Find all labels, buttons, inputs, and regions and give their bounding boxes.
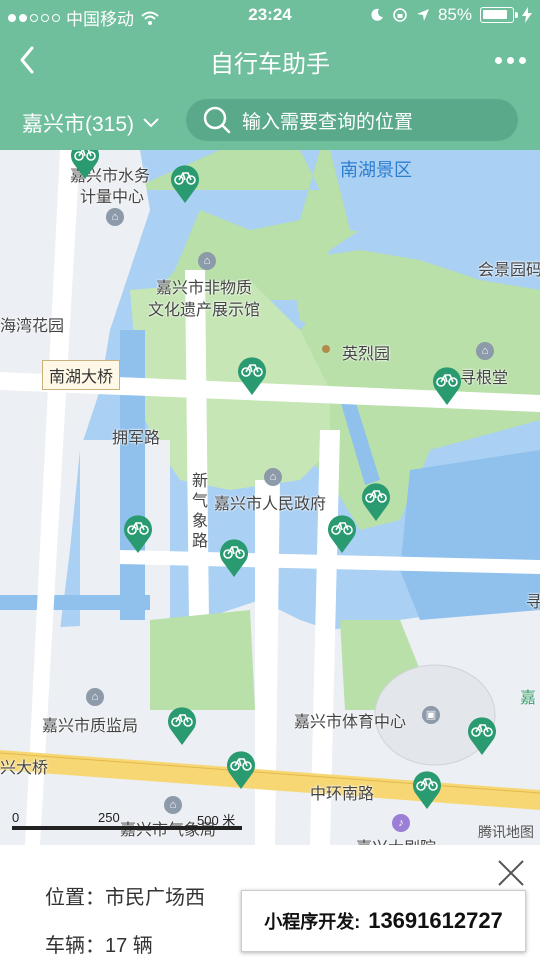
bike-marker-icon	[328, 515, 356, 553]
bike-station-marker[interactable]	[121, 512, 155, 554]
station-location: 位置：市民广场西	[45, 887, 205, 909]
close-button[interactable]	[496, 858, 526, 888]
dot-poi-icon	[322, 345, 330, 353]
map-label-zhonghuan: 中环南路	[310, 786, 375, 803]
app-root: 中国移动 23:24 85% 自行车助手 嘉兴市(315) 输入需要查询的位置 …	[0, 0, 540, 960]
building-icon: ⌂	[198, 252, 216, 270]
bike-marker-icon	[433, 367, 461, 405]
more-dot-icon	[494, 56, 502, 64]
map-view[interactable]: 嘉兴市水务 计量中心 南湖景区 嘉兴市非物质 文化遗产展示馆 会景园码 海湾花园…	[0, 150, 540, 845]
chevron-down-icon	[143, 118, 159, 128]
map-label-right-edge: 寻	[526, 594, 540, 611]
map-label-zhijian: 嘉兴市质监局	[42, 718, 139, 735]
map-label-gov: 嘉兴市人民政府	[214, 496, 327, 513]
map-label-yongjun: 拥军路	[112, 430, 161, 447]
battery-icon	[480, 7, 518, 23]
building-icon: ⌂	[476, 342, 494, 360]
moon-icon	[371, 8, 383, 21]
map-label-bridge: 南湖大桥	[42, 360, 121, 390]
location-arrow-icon	[416, 9, 429, 21]
map-label-xungen: 寻根堂	[460, 370, 509, 387]
map-label-heritage-2: 文化遗产展示馆	[148, 302, 261, 319]
map-label-lieshi: 英烈园	[342, 346, 391, 363]
city-label: 嘉兴市(315)	[22, 113, 135, 136]
map-label-heritage-1: 嘉兴市非物质	[156, 280, 253, 297]
music-icon: ♪	[392, 814, 410, 832]
bike-marker-icon	[124, 515, 152, 553]
bike-station-marker[interactable]	[217, 536, 251, 578]
map-label-haiwan: 海湾花园	[0, 318, 65, 335]
bike-marker-icon	[220, 539, 248, 577]
bike-marker-icon	[238, 357, 266, 395]
promo-label: 小程序开发:	[264, 912, 361, 932]
top-header: 中国移动 23:24 85% 自行车助手 嘉兴市(315) 输入需要查询的位置	[0, 0, 540, 150]
map-label-theater: 嘉兴大剧院	[356, 834, 436, 845]
bike-station-marker[interactable]	[235, 354, 269, 396]
bike-marker-icon	[171, 165, 199, 203]
bike-station-marker[interactable]	[168, 162, 202, 204]
map-scale: 0 250 500 米	[12, 810, 252, 830]
bike-station-marker[interactable]	[165, 704, 199, 746]
bike-marker-icon	[468, 717, 496, 755]
nav-bar: 自行车助手	[0, 30, 540, 90]
map-label-nanhu-scenic: 南湖景区	[340, 160, 412, 180]
bike-marker-icon	[227, 751, 255, 789]
stadium-icon: ▣	[422, 706, 440, 724]
bike-station-marker[interactable]	[224, 748, 258, 790]
bike-marker-icon	[71, 150, 99, 179]
bike-station-marker[interactable]	[325, 512, 359, 554]
scale-label-250: 250	[98, 810, 120, 825]
promo-phone: 13691612727	[368, 908, 503, 933]
bike-station-marker[interactable]	[410, 768, 444, 810]
more-dot-icon	[518, 56, 526, 64]
bike-marker-icon	[362, 483, 390, 521]
search-input[interactable]: 输入需要查询的位置	[186, 99, 518, 141]
promo-box[interactable]: 小程序开发: 13691612727	[241, 890, 526, 952]
rotation-lock-icon	[393, 8, 407, 22]
station-bike-count: 车辆：17 辆	[45, 935, 153, 957]
map-label-huiyuan: 会景园码	[478, 262, 540, 279]
more-button[interactable]	[490, 42, 530, 78]
map-label-daqiao: 兴大桥	[0, 760, 49, 777]
scale-label-0: 0	[12, 810, 20, 825]
bike-marker-icon	[168, 707, 196, 745]
bike-marker-icon	[413, 771, 441, 809]
map-label-jiaxing-edge: 嘉	[520, 690, 537, 707]
page-title: 自行车助手	[210, 51, 330, 78]
more-dot-icon	[506, 56, 514, 64]
station-info-panel: 位置：市民广场西 车辆：17 辆 小程序开发: 13691612727	[0, 845, 540, 960]
building-icon: ⌂	[106, 208, 124, 226]
map-label-qixiang: 新气象路	[192, 473, 209, 550]
building-icon: ⌂	[86, 688, 104, 706]
bike-station-marker[interactable]	[430, 364, 464, 406]
building-icon: ⌂	[264, 468, 282, 486]
close-icon	[498, 860, 524, 886]
map-label-metering: 计量中心	[80, 189, 145, 206]
search-placeholder: 输入需要查询的位置	[242, 111, 414, 133]
bike-station-marker[interactable]	[68, 150, 102, 180]
status-bar: 中国移动 23:24 85%	[0, 0, 540, 30]
city-selector[interactable]: 嘉兴市(315)	[22, 108, 160, 138]
charging-icon	[522, 7, 532, 23]
status-right: 85%	[370, 5, 532, 25]
scale-bar	[12, 826, 242, 830]
filter-row: 嘉兴市(315) 输入需要查询的位置	[0, 90, 540, 150]
bike-station-marker[interactable]	[359, 480, 393, 522]
search-icon	[203, 106, 231, 134]
map-brand-logo: 腾讯地图	[478, 824, 534, 840]
map-label-sports: 嘉兴市体育中心	[294, 714, 407, 731]
battery-percent: 85%	[437, 5, 472, 24]
bike-station-marker[interactable]	[465, 714, 499, 756]
